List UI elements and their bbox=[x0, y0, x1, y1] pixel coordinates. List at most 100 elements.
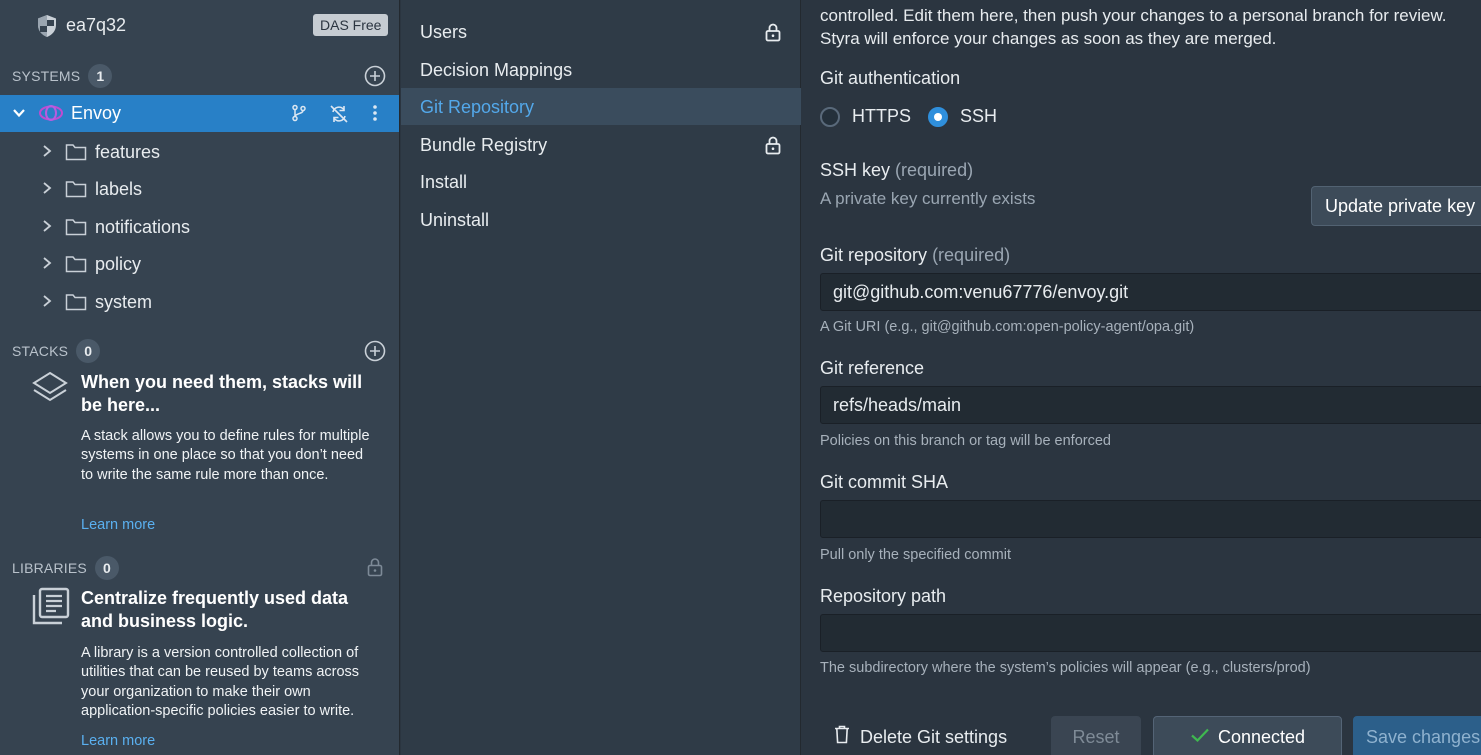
git-commit-sha-help: Pull only the specified commit bbox=[820, 547, 1011, 563]
folder-icon bbox=[65, 218, 87, 241]
chevron-right-icon[interactable] bbox=[40, 144, 54, 163]
system-row-envoy[interactable]: Envoy bbox=[0, 95, 399, 132]
sync-off-icon[interactable] bbox=[329, 104, 349, 129]
ssh-key-label: SSH key (required) bbox=[820, 160, 973, 181]
systems-count: 1 bbox=[88, 64, 113, 88]
folder-icon bbox=[65, 143, 87, 166]
check-icon bbox=[1190, 727, 1210, 748]
git-repository-label: Git repository (required) bbox=[820, 245, 1010, 266]
nav-item-users[interactable]: Users bbox=[401, 13, 801, 50]
nav-item-decision-mappings[interactable]: Decision Mappings bbox=[401, 51, 801, 88]
lock-icon bbox=[765, 23, 781, 47]
add-stack-icon[interactable] bbox=[364, 340, 386, 362]
delete-git-settings-label[interactable]: Delete Git settings bbox=[860, 727, 1007, 748]
repository-path-label: Repository path bbox=[820, 586, 947, 606]
radio-https-circle[interactable] bbox=[820, 106, 840, 127]
git-repository-help: A Git URI (e.g., git@github.com:open-pol… bbox=[820, 319, 1195, 335]
folder-item[interactable]: policy bbox=[0, 245, 399, 282]
chevron-right-icon[interactable] bbox=[40, 181, 54, 200]
nav-item-label[interactable]: Decision Mappings bbox=[420, 60, 572, 81]
shield-icon bbox=[37, 14, 57, 43]
libraries-empty-desc: A library is a version controlled collec… bbox=[81, 645, 360, 719]
delete-git-settings-button[interactable]: Delete Git settings bbox=[834, 716, 1024, 755]
chevron-right-icon[interactable] bbox=[40, 294, 54, 313]
update-private-key-button[interactable]: Update private key bbox=[1311, 186, 1481, 226]
folder-label[interactable]: policy bbox=[95, 254, 141, 275]
stacks-heading-label: STACKS bbox=[12, 343, 69, 359]
folder-label[interactable]: system bbox=[95, 292, 152, 313]
nav-item-git-repository[interactable]: Git Repository bbox=[401, 88, 801, 125]
nav-item-label[interactable]: Install bbox=[420, 172, 467, 193]
folder-icon bbox=[65, 180, 87, 203]
folder-label[interactable]: features bbox=[95, 142, 160, 163]
folder-label[interactable]: labels bbox=[95, 179, 142, 200]
folder-item[interactable]: notifications bbox=[0, 208, 399, 245]
lock-icon bbox=[765, 136, 781, 160]
repository-path-input[interactable] bbox=[820, 614, 1481, 652]
chevron-right-icon[interactable] bbox=[40, 219, 54, 238]
git-reference-label: Git reference bbox=[820, 358, 925, 378]
systems-heading: SYSTEMS 1 bbox=[12, 64, 113, 88]
folder-label[interactable]: notifications bbox=[95, 217, 190, 238]
libraries-empty-title: Centralize frequently used data and busi… bbox=[81, 588, 349, 631]
repository-path-help: The subdirectory where the system’s poli… bbox=[820, 660, 1311, 676]
trash-icon bbox=[834, 725, 850, 749]
nav-item-label[interactable]: Git Repository bbox=[420, 97, 534, 118]
libraries-count: 0 bbox=[94, 556, 119, 580]
plan-badge: DAS Free bbox=[313, 14, 389, 36]
radio-ssh[interactable]: SSH bbox=[928, 106, 997, 127]
libraries-heading-label: LIBRARIES bbox=[12, 560, 87, 576]
ssh-key-label-text: SSH key bbox=[820, 160, 891, 180]
folder-item[interactable]: features bbox=[0, 133, 399, 170]
git-settings-panel: controlled. Edit them here, then push yo… bbox=[802, 0, 1481, 755]
git-reference-input[interactable] bbox=[820, 386, 1481, 424]
nav-item-label[interactable]: Users bbox=[420, 22, 467, 43]
folder-item[interactable]: labels bbox=[0, 170, 399, 207]
git-repository-input[interactable] bbox=[820, 273, 1481, 311]
git-commit-sha-label: Git commit SHA bbox=[820, 472, 949, 492]
ssh-key-status: A private key currently exists bbox=[820, 189, 1036, 208]
stacks-empty-desc: A stack allows you to define rules for m… bbox=[81, 428, 370, 483]
stacks-learn-more-link[interactable]: Learn more bbox=[81, 517, 155, 533]
intro-text: controlled. Edit them here, then push yo… bbox=[820, 6, 1447, 48]
radio-ssh-circle[interactable] bbox=[928, 106, 948, 127]
folder-icon bbox=[65, 255, 87, 278]
add-system-icon[interactable] bbox=[364, 65, 386, 87]
radio-https-label[interactable]: HTTPS bbox=[852, 106, 911, 127]
settings-nav: Users Decision Mappings Git Repository B… bbox=[401, 0, 801, 755]
nav-item-bundle-registry[interactable]: Bundle Registry bbox=[401, 126, 801, 163]
tenant-name[interactable]: ea7q32 bbox=[66, 15, 126, 36]
layers-icon bbox=[31, 371, 69, 412]
chevron-right-icon[interactable] bbox=[40, 256, 54, 275]
folder-icon bbox=[65, 293, 87, 316]
stacks-count: 0 bbox=[76, 339, 101, 363]
git-auth-label: Git authentication bbox=[820, 68, 961, 88]
system-name[interactable]: Envoy bbox=[71, 103, 121, 124]
branch-icon[interactable] bbox=[290, 104, 308, 127]
nav-item-label[interactable]: Uninstall bbox=[420, 210, 489, 231]
git-repository-label-text: Git repository bbox=[820, 245, 928, 265]
envoy-icon bbox=[37, 103, 65, 128]
libraries-learn-more-link[interactable]: Learn more bbox=[81, 733, 155, 749]
tenant-header: ea7q32 DAS Free bbox=[0, 0, 399, 52]
chevron-down-icon[interactable] bbox=[11, 105, 27, 126]
nav-item-uninstall[interactable]: Uninstall bbox=[401, 201, 801, 238]
more-vertical-icon[interactable] bbox=[367, 104, 383, 127]
required-marker: (required) bbox=[932, 245, 1011, 265]
connected-button[interactable]: Connected bbox=[1153, 716, 1342, 755]
nav-item-label[interactable]: Bundle Registry bbox=[420, 135, 547, 156]
reset-button[interactable]: Reset bbox=[1051, 716, 1141, 755]
stacks-heading: STACKS 0 bbox=[12, 339, 101, 363]
systems-heading-label: SYSTEMS bbox=[12, 68, 81, 84]
nav-item-install[interactable]: Install bbox=[401, 163, 801, 200]
radio-ssh-label[interactable]: SSH bbox=[960, 106, 997, 127]
sidebar: ea7q32 DAS Free SYSTEMS 1 Envoy features bbox=[0, 0, 400, 755]
library-icon bbox=[31, 586, 71, 631]
folder-item[interactable]: system bbox=[0, 283, 399, 320]
git-commit-sha-input[interactable] bbox=[820, 500, 1481, 538]
required-marker: (required) bbox=[895, 160, 974, 180]
connected-label[interactable]: Connected bbox=[1218, 727, 1305, 748]
stacks-empty-title: When you need them, stacks will be here.… bbox=[81, 372, 363, 415]
save-changes-button[interactable]: Save changes bbox=[1353, 716, 1481, 755]
radio-https[interactable]: HTTPS bbox=[820, 106, 911, 127]
